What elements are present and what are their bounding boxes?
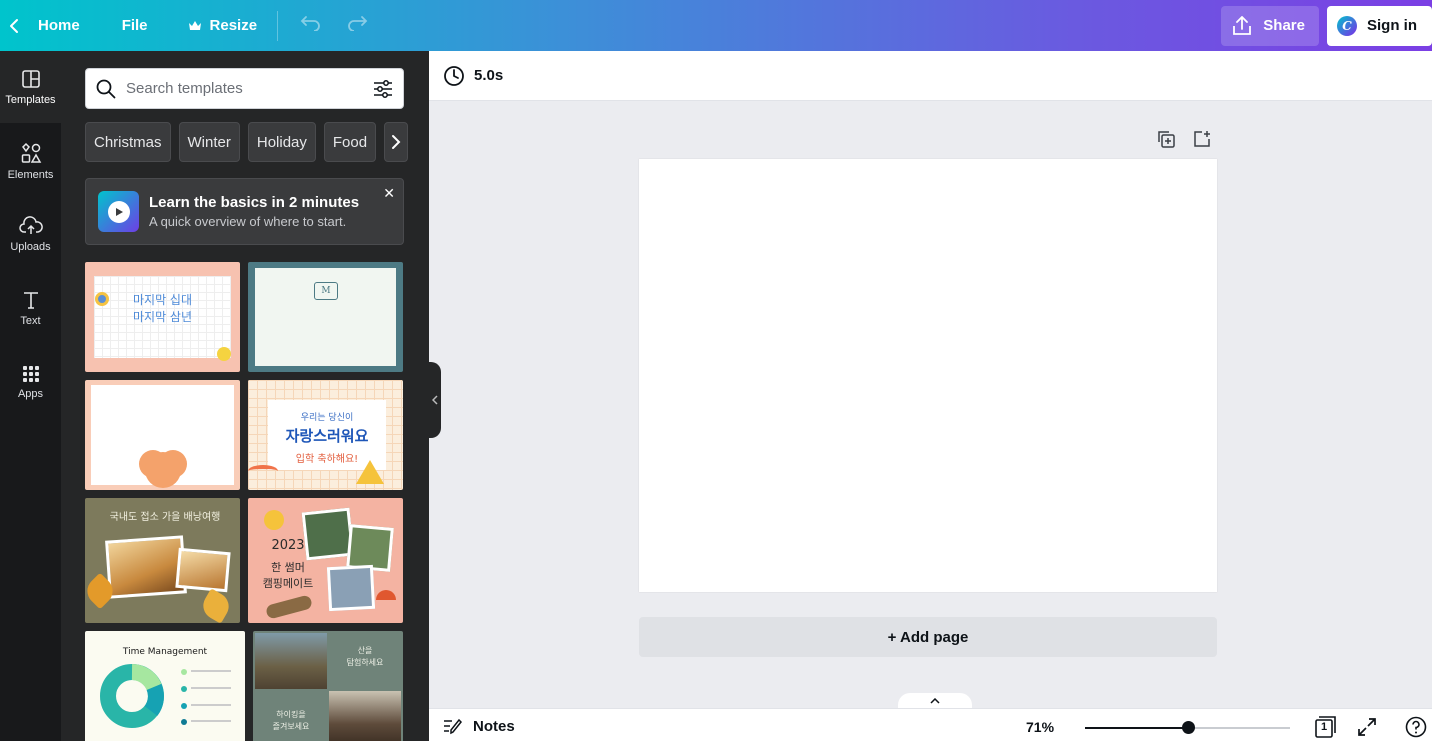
fullscreen-button[interactable] — [1357, 717, 1377, 741]
file-label: File — [121, 17, 148, 34]
file-menu-button[interactable]: File — [112, 0, 158, 51]
canva-logo-icon: C — [1337, 15, 1357, 36]
show-pages-tab[interactable] — [898, 693, 972, 708]
chevron-left-icon — [432, 395, 438, 405]
bottom-bar: Notes 71% 1 — [429, 708, 1432, 741]
duplicate-page-icon[interactable] — [1157, 130, 1175, 148]
template-title: Time Management — [122, 647, 208, 657]
template-text: 2023 한 썸머 캠핑메이트 — [262, 538, 314, 590]
chip-holiday[interactable]: Holiday — [247, 122, 316, 162]
donut-chart-graphic — [100, 664, 164, 728]
rail-label-elements: Elements — [7, 168, 54, 181]
share-upload-icon — [1233, 15, 1252, 35]
chips-next-button[interactable] — [384, 122, 409, 162]
editor-toolbar: 5.0s — [429, 51, 1432, 101]
chevron-left-icon — [10, 18, 18, 33]
learn-basics-title: Learn the basics in 2 minutes — [149, 194, 360, 211]
apps-grid-icon — [22, 365, 39, 382]
rail-item-uploads[interactable]: Uploads — [0, 198, 61, 270]
help-question-icon — [1405, 716, 1427, 738]
share-label: Share — [1263, 17, 1305, 34]
page-count-button[interactable]: 1 — [1314, 716, 1336, 741]
zoom-slider-thumb[interactable] — [1181, 721, 1195, 734]
collapse-panel-handle[interactable] — [429, 362, 441, 438]
undo-button[interactable] — [288, 15, 334, 36]
template-text: 국내도 접소 가을 배낭여행 — [109, 512, 221, 523]
page-count: 1 — [1320, 721, 1328, 733]
monogram: M — [314, 282, 338, 300]
add-page-icon[interactable] — [1193, 130, 1211, 148]
search-input[interactable]: Search templates — [126, 80, 373, 97]
template-thumbnail-admission[interactable]: 우리는 당신이 자랑스러워요 입학 축하해요! — [248, 380, 403, 490]
rail-item-templates[interactable]: Templates — [0, 51, 61, 123]
zoom-slider-fill — [1085, 727, 1188, 729]
template-text: 마지막 십대 마지막 삼년 — [132, 293, 192, 324]
share-button[interactable]: Share — [1221, 5, 1319, 46]
close-icon[interactable]: ✕ — [383, 185, 395, 202]
templates-panel: Search templates Christmas Winter Holida… — [61, 51, 429, 741]
add-page-button[interactable]: + Add page — [639, 617, 1217, 657]
help-button[interactable] — [1405, 716, 1427, 741]
redo-button[interactable] — [334, 15, 380, 36]
flower-illustration — [145, 452, 181, 488]
chip-winter[interactable]: Winter — [178, 122, 240, 162]
template-thumbnail-time-management[interactable]: Time Management — [85, 631, 245, 741]
zoom-slider[interactable] — [1085, 721, 1290, 734]
top-bar: Home File Resize Share C Sign in — [0, 0, 1432, 51]
template-text: 하이킹을 즐겨보세요 — [272, 710, 310, 731]
category-chips: Christmas Winter Holiday Food — [85, 122, 409, 162]
rail-item-text[interactable]: Text — [0, 272, 61, 344]
zoom-level[interactable]: 71% — [1026, 719, 1054, 735]
expand-icon — [1358, 718, 1376, 736]
topbar-actions: Share C Sign in — [1221, 0, 1432, 51]
templates-icon — [21, 69, 40, 88]
rail-label-templates: Templates — [5, 93, 56, 106]
rail-item-apps[interactable]: Apps — [0, 346, 61, 418]
notes-label: Notes — [473, 717, 515, 735]
undo-icon — [300, 16, 320, 32]
template-thumbnail-autumn-travel[interactable]: 국내도 접소 가을 배낭여행 — [85, 498, 240, 623]
chip-christmas[interactable]: Christmas — [85, 122, 171, 162]
redo-icon — [348, 16, 368, 32]
play-video-icon — [98, 191, 139, 232]
side-rail: Templates Elements Uploads Text Apps — [0, 51, 61, 741]
learn-basics-card[interactable]: Learn the basics in 2 minutes A quick ov… — [85, 178, 404, 245]
sign-in-button[interactable]: C Sign in — [1327, 5, 1432, 46]
design-page[interactable] — [639, 159, 1217, 592]
chevron-right-icon — [392, 135, 401, 149]
learn-basics-subtitle: A quick overview of where to start. — [149, 214, 347, 229]
filter-sliders-icon[interactable] — [373, 79, 393, 99]
rail-item-elements[interactable]: Elements — [0, 125, 61, 197]
clock-icon[interactable] — [443, 65, 465, 87]
resize-button[interactable]: Resize — [178, 0, 268, 51]
smiley-sticker — [217, 347, 231, 361]
template-thumbnail-last-teen[interactable]: 마지막 십대 마지막 삼년 — [85, 262, 240, 372]
home-button[interactable]: Home — [0, 0, 90, 51]
template-text: 산을 탐험하세요 — [346, 646, 384, 667]
notes-pencil-icon — [444, 718, 463, 735]
template-text: 우리는 당신이 자랑스러워요 입학 축하해요! — [285, 413, 369, 465]
rail-label-apps: Apps — [17, 387, 44, 400]
template-thumbnail-monogram[interactable]: M — [248, 262, 403, 372]
template-thumbnail-hiking[interactable]: 산을 탐험하세요 하이킹을 즐겨보세요 — [253, 631, 403, 741]
search-templates-box[interactable]: Search templates — [85, 68, 404, 109]
text-icon — [23, 291, 38, 309]
crown-icon — [188, 20, 201, 30]
chevron-up-icon — [930, 697, 940, 704]
duration-label[interactable]: 5.0s — [474, 67, 503, 84]
toolbar-divider — [277, 10, 279, 41]
resize-label: Resize — [209, 17, 258, 34]
search-icon — [96, 79, 116, 98]
notes-button[interactable]: Notes — [443, 717, 515, 735]
chip-food[interactable]: Food — [323, 122, 377, 162]
home-label: Home — [38, 17, 80, 34]
template-thumbnail-summer-camping[interactable]: 2023 한 썸머 캠핑메이트 — [248, 498, 403, 623]
sign-in-label: Sign in — [1367, 17, 1417, 34]
template-thumbnail-flower-letter[interactable] — [85, 380, 240, 490]
rail-label-text: Text — [20, 314, 41, 327]
elements-icon — [21, 142, 41, 163]
upload-cloud-icon — [18, 215, 43, 234]
page-tools — [1157, 130, 1211, 148]
rail-label-uploads: Uploads — [10, 240, 51, 253]
